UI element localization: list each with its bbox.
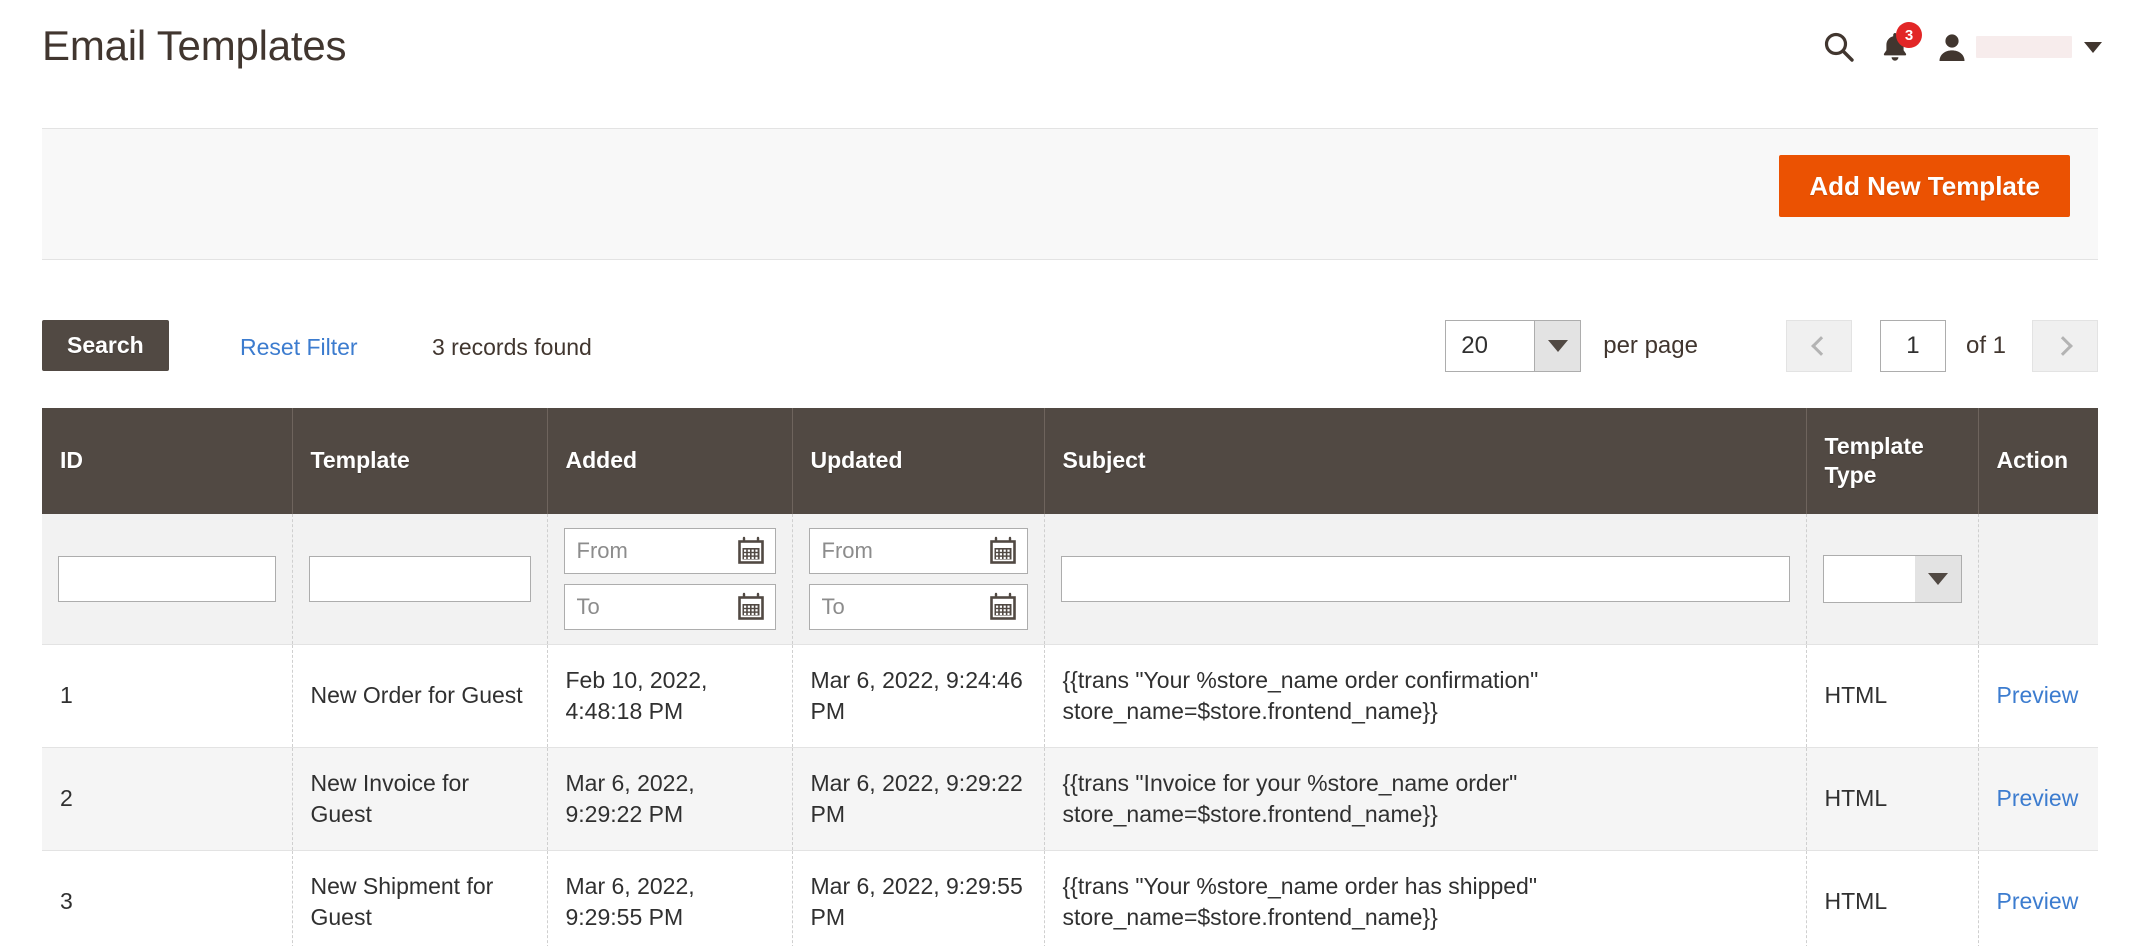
chevron-down-icon[interactable] — [2084, 42, 2102, 53]
filter-added-to — [564, 584, 776, 630]
page-title: Email Templates — [42, 22, 346, 70]
chevron-right-icon — [2053, 336, 2073, 356]
cell-subject: {{trans "Your %store_name order confirma… — [1044, 644, 1806, 747]
calendar-icon[interactable] — [736, 592, 766, 622]
filter-updated-to — [809, 584, 1028, 630]
cell-id: 3 — [42, 850, 292, 946]
cell-added: Mar 6, 2022, 9:29:22 PM — [547, 747, 792, 850]
filter-row — [42, 514, 2098, 645]
cell-action: Preview — [1978, 850, 2098, 946]
search-button[interactable]: Search — [42, 320, 169, 371]
per-page-label: per page — [1603, 332, 1698, 360]
column-header-updated[interactable]: Updated — [792, 408, 1044, 514]
notifications-bell-icon[interactable]: 3 — [1866, 26, 1924, 68]
user-name-redacted — [1976, 36, 2072, 58]
preview-link[interactable]: Preview — [1997, 785, 2079, 811]
calendar-icon[interactable] — [988, 536, 1018, 566]
email-templates-grid: ID Template Added Updated Subject Templa… — [42, 408, 2098, 946]
per-page-value: 20 — [1446, 332, 1488, 360]
filter-cell-template-type — [1806, 514, 1978, 645]
table-row[interactable]: 2 New Invoice for Guest Mar 6, 2022, 9:2… — [42, 747, 2098, 850]
cell-subject: {{trans "Your %store_name order has ship… — [1044, 850, 1806, 946]
filter-updated-from — [809, 528, 1028, 574]
next-page-button[interactable] — [2032, 320, 2098, 372]
cell-id: 1 — [42, 644, 292, 747]
filter-cell-id — [42, 514, 292, 645]
add-new-template-button[interactable]: Add New Template — [1779, 155, 2070, 217]
column-header-action: Action — [1978, 408, 2098, 514]
cell-action: Preview — [1978, 747, 2098, 850]
cell-updated: Mar 6, 2022, 9:29:22 PM — [792, 747, 1044, 850]
email-templates-page: Email Templates 3 — [0, 0, 2140, 946]
search-icon[interactable] — [1812, 26, 1866, 68]
calendar-icon[interactable] — [736, 536, 766, 566]
filter-cell-subject — [1044, 514, 1806, 645]
filter-subject-input[interactable] — [1061, 556, 1790, 602]
pager: 20 per page of 1 — [1445, 320, 2098, 372]
table-row[interactable]: 1 New Order for Guest Feb 10, 2022, 4:48… — [42, 644, 2098, 747]
cell-updated: Mar 6, 2022, 9:29:55 PM — [792, 850, 1044, 946]
cell-template-type: HTML — [1806, 747, 1978, 850]
per-page-select[interactable]: 20 — [1445, 320, 1581, 372]
table-row[interactable]: 3 New Shipment for Guest Mar 6, 2022, 9:… — [42, 850, 2098, 946]
cell-action: Preview — [1978, 644, 2098, 747]
filter-cell-updated — [792, 514, 1044, 645]
reset-filter-link[interactable]: Reset Filter — [240, 334, 358, 361]
column-header-added[interactable]: Added — [547, 408, 792, 514]
chevron-down-icon[interactable] — [1534, 321, 1580, 371]
cell-id: 2 — [42, 747, 292, 850]
filter-cell-template — [292, 514, 547, 645]
page-number-input[interactable] — [1880, 320, 1946, 372]
records-found-label: 3 records found — [432, 334, 592, 361]
cell-added: Mar 6, 2022, 9:29:55 PM — [547, 850, 792, 946]
column-header-template-type[interactable]: Template Type — [1806, 408, 1978, 514]
chevron-left-icon — [1812, 336, 1832, 356]
page-header: Email Templates 3 — [0, 0, 2140, 100]
column-header-id[interactable]: ID — [42, 408, 292, 514]
cell-template-type: HTML — [1806, 644, 1978, 747]
notifications-count-badge: 3 — [1896, 22, 1922, 48]
chevron-down-icon[interactable] — [1915, 556, 1961, 602]
filter-template-input[interactable] — [309, 556, 531, 602]
filter-template-type-select[interactable] — [1823, 555, 1962, 603]
preview-link[interactable]: Preview — [1997, 682, 2079, 708]
grid-filter-section — [42, 514, 2098, 645]
filter-cell-action — [1978, 514, 2098, 645]
cell-added: Feb 10, 2022, 4:48:18 PM — [547, 644, 792, 747]
previous-page-button[interactable] — [1786, 320, 1852, 372]
page-actions-bar: Add New Template — [42, 128, 2098, 260]
user-menu[interactable] — [1936, 31, 2102, 63]
filter-added-from — [564, 528, 776, 574]
cell-template: New Order for Guest — [292, 644, 547, 747]
column-header-template[interactable]: Template — [292, 408, 547, 514]
total-pages-label: of 1 — [1966, 332, 2006, 360]
cell-template: New Invoice for Guest — [292, 747, 547, 850]
grid-header-row: ID Template Added Updated Subject Templa… — [42, 408, 2098, 514]
cell-template-type: HTML — [1806, 850, 1978, 946]
filter-cell-added — [547, 514, 792, 645]
grid-body: 1 New Order for Guest Feb 10, 2022, 4:48… — [42, 644, 2098, 946]
preview-link[interactable]: Preview — [1997, 888, 2079, 914]
cell-subject: {{trans "Invoice for your %store_name or… — [1044, 747, 1806, 850]
calendar-icon[interactable] — [988, 592, 1018, 622]
cell-updated: Mar 6, 2022, 9:24:46 PM — [792, 644, 1044, 747]
column-header-subject[interactable]: Subject — [1044, 408, 1806, 514]
header-actions: 3 — [1812, 26, 2102, 68]
cell-template: New Shipment for Guest — [292, 850, 547, 946]
grid-toolbar: Search Reset Filter 3 records found 20 p… — [42, 320, 2098, 380]
filter-id-input[interactable] — [58, 556, 276, 602]
user-avatar-icon — [1936, 31, 1968, 63]
